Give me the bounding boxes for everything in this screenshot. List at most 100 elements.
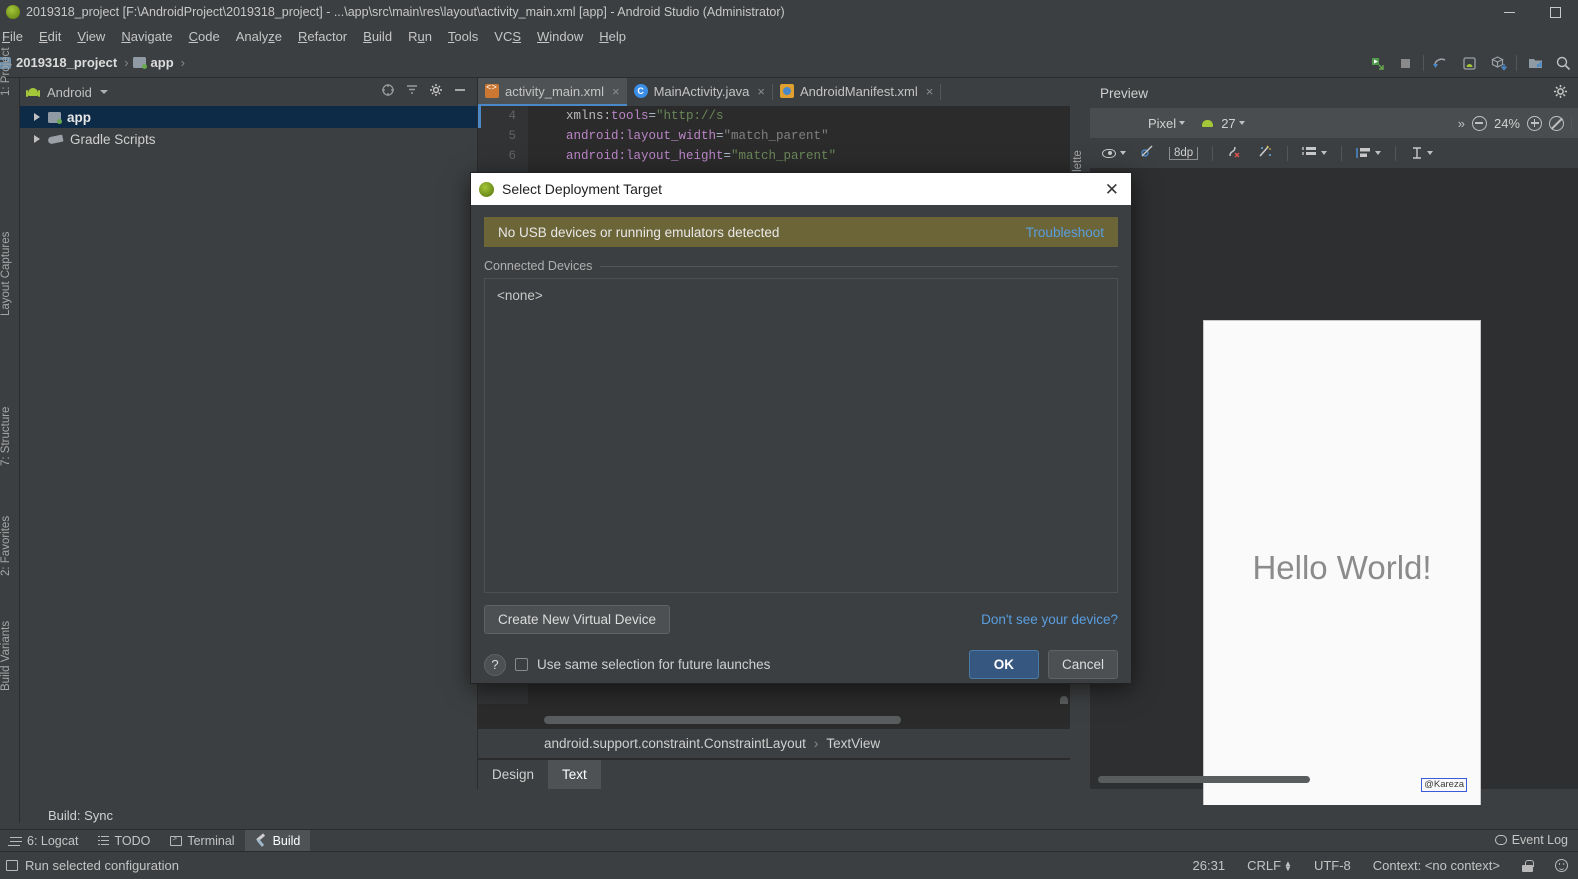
code-token-value: "match_parent" <box>723 129 829 143</box>
editor-vertical-scrollbar[interactable] <box>1060 696 1068 704</box>
chevron-down-icon[interactable] <box>99 90 108 94</box>
editor-tab-activity-main-xml[interactable]: activity_main.xml × <box>478 78 627 106</box>
project-structure-icon[interactable] <box>1522 50 1548 76</box>
bottom-tab-build[interactable]: Build <box>244 829 311 852</box>
use-same-selection-checkbox[interactable] <box>515 658 528 671</box>
close-icon[interactable]: × <box>926 84 934 99</box>
avd-manager-icon[interactable] <box>1457 50 1483 76</box>
troubleshoot-link[interactable]: Troubleshoot <box>1026 225 1104 240</box>
strip-item-layout-captures[interactable]: Layout Captures <box>0 232 20 316</box>
zoom-out-icon[interactable] <box>1471 115 1487 131</box>
sync-gradle-icon[interactable] <box>1429 50 1455 76</box>
tree-node-gradle-scripts[interactable]: Gradle Scripts <box>20 128 477 150</box>
bottom-tab-logcat[interactable]: 6: Logcat <box>0 830 88 852</box>
menu-analyze[interactable]: Analyze <box>228 27 290 46</box>
tab-design[interactable]: Design <box>478 760 548 789</box>
device-selector[interactable]: Pixel <box>1148 116 1186 131</box>
menu-tools[interactable]: Tools <box>440 27 486 46</box>
cancel-button[interactable]: Cancel <box>1047 650 1118 679</box>
strip-item-structure[interactable]: 7: Structure <box>0 407 20 466</box>
breadcrumb-child[interactable]: TextView <box>826 736 880 751</box>
close-icon[interactable]: × <box>612 84 620 99</box>
strip-item-favorites[interactable]: 2: Favorites <box>0 516 20 576</box>
overflow-icon[interactable]: » <box>1458 116 1465 131</box>
editor-horizontal-scrollbar[interactable] <box>544 716 1064 724</box>
gear-icon[interactable] <box>429 83 443 102</box>
encoding-selector[interactable]: UTF-8 <box>1314 858 1351 873</box>
zoom-fit-icon[interactable] <box>1549 115 1564 131</box>
menu-file[interactable]: File <box>0 27 31 46</box>
scrollbar-thumb[interactable] <box>544 716 901 724</box>
align-button[interactable] <box>1356 146 1382 160</box>
run-icon[interactable] <box>1364 50 1390 76</box>
menu-navigate[interactable]: Navigate <box>113 27 180 46</box>
restore-button[interactable] <box>1532 0 1578 24</box>
menu-view[interactable]: View <box>69 27 113 46</box>
navbar-project[interactable]: 2019318_project <box>0 55 120 70</box>
preview-horizontal-scrollbar[interactable] <box>1098 776 1310 783</box>
tree-node-app[interactable]: app <box>20 106 477 128</box>
lock-icon[interactable] <box>1522 859 1534 872</box>
strip-item-build-variants[interactable]: Build Variants <box>0 621 20 691</box>
hello-world-textview[interactable]: Hello World! <box>1204 549 1480 587</box>
menu-window[interactable]: Window <box>529 27 591 46</box>
search-icon[interactable] <box>1550 50 1576 76</box>
dont-see-your-device-link[interactable]: Don't see your device? <box>981 612 1118 627</box>
preview-canvas[interactable]: Hello World! @Kareza <box>1090 168 1578 815</box>
menu-run[interactable]: Run <box>400 27 440 46</box>
strip-item-favorites-label: 2: Favorites <box>0 515 12 576</box>
editor-tab-activity-main-xml-label: activity_main.xml <box>505 83 604 99</box>
close-icon[interactable]: × <box>757 84 765 99</box>
menu-build[interactable]: Build <box>355 27 400 46</box>
api-level-selector[interactable]: 27 <box>1201 116 1245 131</box>
chevron-right-icon[interactable] <box>34 113 40 121</box>
breadcrumb-root[interactable]: android.support.constraint.ConstraintLay… <box>544 736 806 751</box>
event-log-button[interactable]: Event Log <box>1494 829 1574 851</box>
create-new-virtual-device-button[interactable]: Create New Virtual Device <box>484 605 671 634</box>
default-margin-value[interactable]: 8dp <box>1169 146 1199 160</box>
menu-edit[interactable]: Edit <box>31 27 69 46</box>
smiley-icon[interactable] <box>1555 859 1568 872</box>
menu-code[interactable]: Code <box>181 27 228 46</box>
device-render[interactable]: Hello World! @Kareza <box>1203 320 1481 815</box>
main-toolbar: 2019318_project › app › <box>0 48 1578 78</box>
device-list-item[interactable]: <none> <box>497 288 1105 303</box>
stop-icon[interactable] <box>1392 50 1418 76</box>
constraints-off-icon[interactable] <box>1140 144 1155 162</box>
ok-button[interactable]: OK <box>968 650 1039 679</box>
chevron-right-icon[interactable] <box>34 135 40 143</box>
collapse-all-icon[interactable] <box>405 83 419 102</box>
navbar-module[interactable]: app <box>132 55 177 70</box>
run-config-icon[interactable] <box>6 860 18 871</box>
bottom-tab-terminal[interactable]: Terminal <box>160 830 244 852</box>
clear-constraints-icon[interactable] <box>1227 144 1243 162</box>
caret-position[interactable]: 26:31 <box>1193 858 1226 873</box>
bottom-tab-todo[interactable]: TODO <box>88 830 160 852</box>
window-controls[interactable] <box>1486 0 1578 24</box>
baseline-button[interactable] <box>1410 146 1434 160</box>
strip-item-project[interactable]: 1: Project <box>0 47 20 96</box>
use-same-selection-label[interactable]: Use same selection for future launches <box>537 657 770 672</box>
close-icon[interactable]: ✕ <box>1101 181 1123 198</box>
minimize-button[interactable] <box>1486 0 1532 24</box>
target-icon[interactable] <box>381 83 395 102</box>
menu-refactor[interactable]: Refactor <box>290 27 355 46</box>
context-indicator[interactable]: Context: <no context> <box>1373 858 1500 873</box>
gear-icon[interactable] <box>1553 84 1568 102</box>
device-list[interactable]: <none> <box>484 278 1118 593</box>
sdk-manager-icon[interactable] <box>1485 50 1511 76</box>
line-separator-selector[interactable]: CRLF ▲ ▼ <box>1247 858 1292 873</box>
zoom-in-icon[interactable] <box>1527 115 1542 131</box>
menu-vcs[interactable]: VCS <box>486 27 529 46</box>
guidelines-button[interactable] <box>1302 146 1328 160</box>
infer-constraints-icon[interactable] <box>1257 144 1273 162</box>
view-options-button[interactable] <box>1102 148 1126 158</box>
editor-tab-androidmanifest-xml[interactable]: AndroidManifest.xml × <box>773 78 940 106</box>
tab-text[interactable]: Text <box>548 760 601 789</box>
select-deployment-target-dialog[interactable]: Select Deployment Target ✕ No USB device… <box>470 172 1132 684</box>
menu-help[interactable]: Help <box>591 27 634 46</box>
hide-panel-icon[interactable] <box>453 83 467 102</box>
selected-textview-kareza[interactable]: @Kareza <box>1421 777 1467 792</box>
help-button[interactable]: ? <box>484 653 506 676</box>
editor-tab-mainactivity-java[interactable]: C MainActivity.java × <box>627 78 772 106</box>
